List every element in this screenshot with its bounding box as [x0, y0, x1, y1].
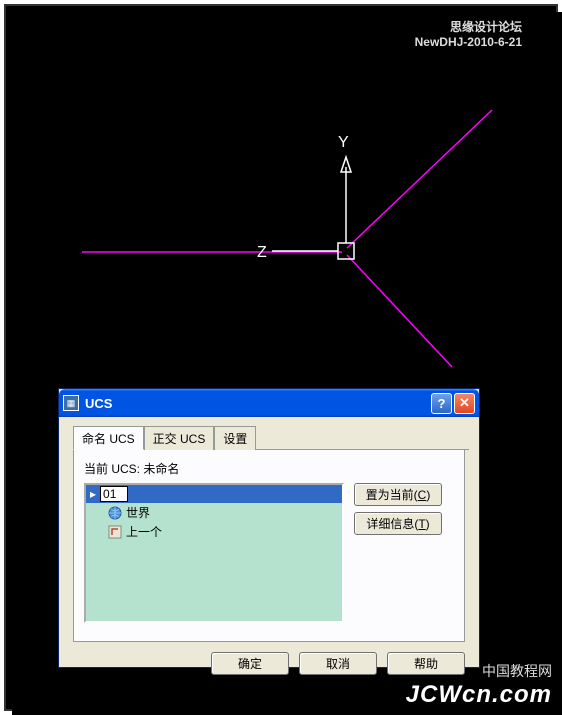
- app-frame: 思缘设计论坛 NewDHJ-2010-6-21 Y Z: [4, 4, 558, 711]
- side-button-group: 置为当前(C) 详细信息(T): [354, 483, 442, 623]
- tab-strip: 命名 UCS 正交 UCS 设置: [73, 425, 469, 450]
- z-axis-label: Z: [257, 244, 267, 261]
- ucs-axes: Y Z: [257, 134, 351, 261]
- tab-panel-named: 当前 UCS: 未命名 ▸ 世界: [73, 450, 465, 642]
- tab-named-ucs[interactable]: 命名 UCS: [73, 426, 144, 450]
- dialog-title: UCS: [85, 396, 429, 411]
- set-current-button[interactable]: 置为当前(C): [354, 483, 442, 506]
- dialog-button-row: 确定 取消 帮助: [59, 646, 479, 683]
- ucs-origin-marker: [338, 243, 354, 259]
- ucs-tree[interactable]: ▸ 世界 上一个: [84, 483, 344, 623]
- tab-ortho-ucs[interactable]: 正交 UCS: [144, 426, 215, 450]
- current-ucs-label: 当前 UCS: 未命名: [84, 460, 454, 477]
- ucs-dialog: ▦ UCS ? ✕ 命名 UCS 正交 UCS 设置 当前 UCS: 未命名 ▸: [58, 388, 480, 668]
- tree-item-previous[interactable]: 上一个: [86, 522, 342, 541]
- ucs-name-input[interactable]: [100, 486, 128, 502]
- cancel-button[interactable]: 取消: [299, 652, 377, 675]
- globe-icon: [108, 506, 122, 520]
- tree-arrow-icon: ▸: [90, 487, 96, 501]
- line-lower-right: [347, 255, 452, 367]
- y-axis-label: Y: [338, 134, 349, 151]
- tab-settings[interactable]: 设置: [214, 426, 256, 450]
- titlebar-close-button[interactable]: ✕: [454, 393, 475, 414]
- previous-ucs-icon: [108, 525, 122, 539]
- tree-item-label: 世界: [126, 504, 150, 521]
- dialog-icon: ▦: [63, 395, 79, 411]
- tree-item-world[interactable]: 世界: [86, 503, 342, 522]
- dialog-body: 命名 UCS 正交 UCS 设置 当前 UCS: 未命名 ▸: [59, 417, 479, 646]
- tree-item-label: 上一个: [126, 523, 162, 540]
- tree-item-editing[interactable]: ▸: [86, 485, 342, 503]
- cad-viewport: 思缘设计论坛 NewDHJ-2010-6-21 Y Z: [12, 12, 562, 715]
- line-upper-right: [347, 110, 492, 248]
- ok-button[interactable]: 确定: [211, 652, 289, 675]
- titlebar-help-button[interactable]: ?: [431, 393, 452, 414]
- details-button[interactable]: 详细信息(T): [354, 512, 442, 535]
- dialog-titlebar[interactable]: ▦ UCS ? ✕: [59, 389, 479, 417]
- help-button[interactable]: 帮助: [387, 652, 465, 675]
